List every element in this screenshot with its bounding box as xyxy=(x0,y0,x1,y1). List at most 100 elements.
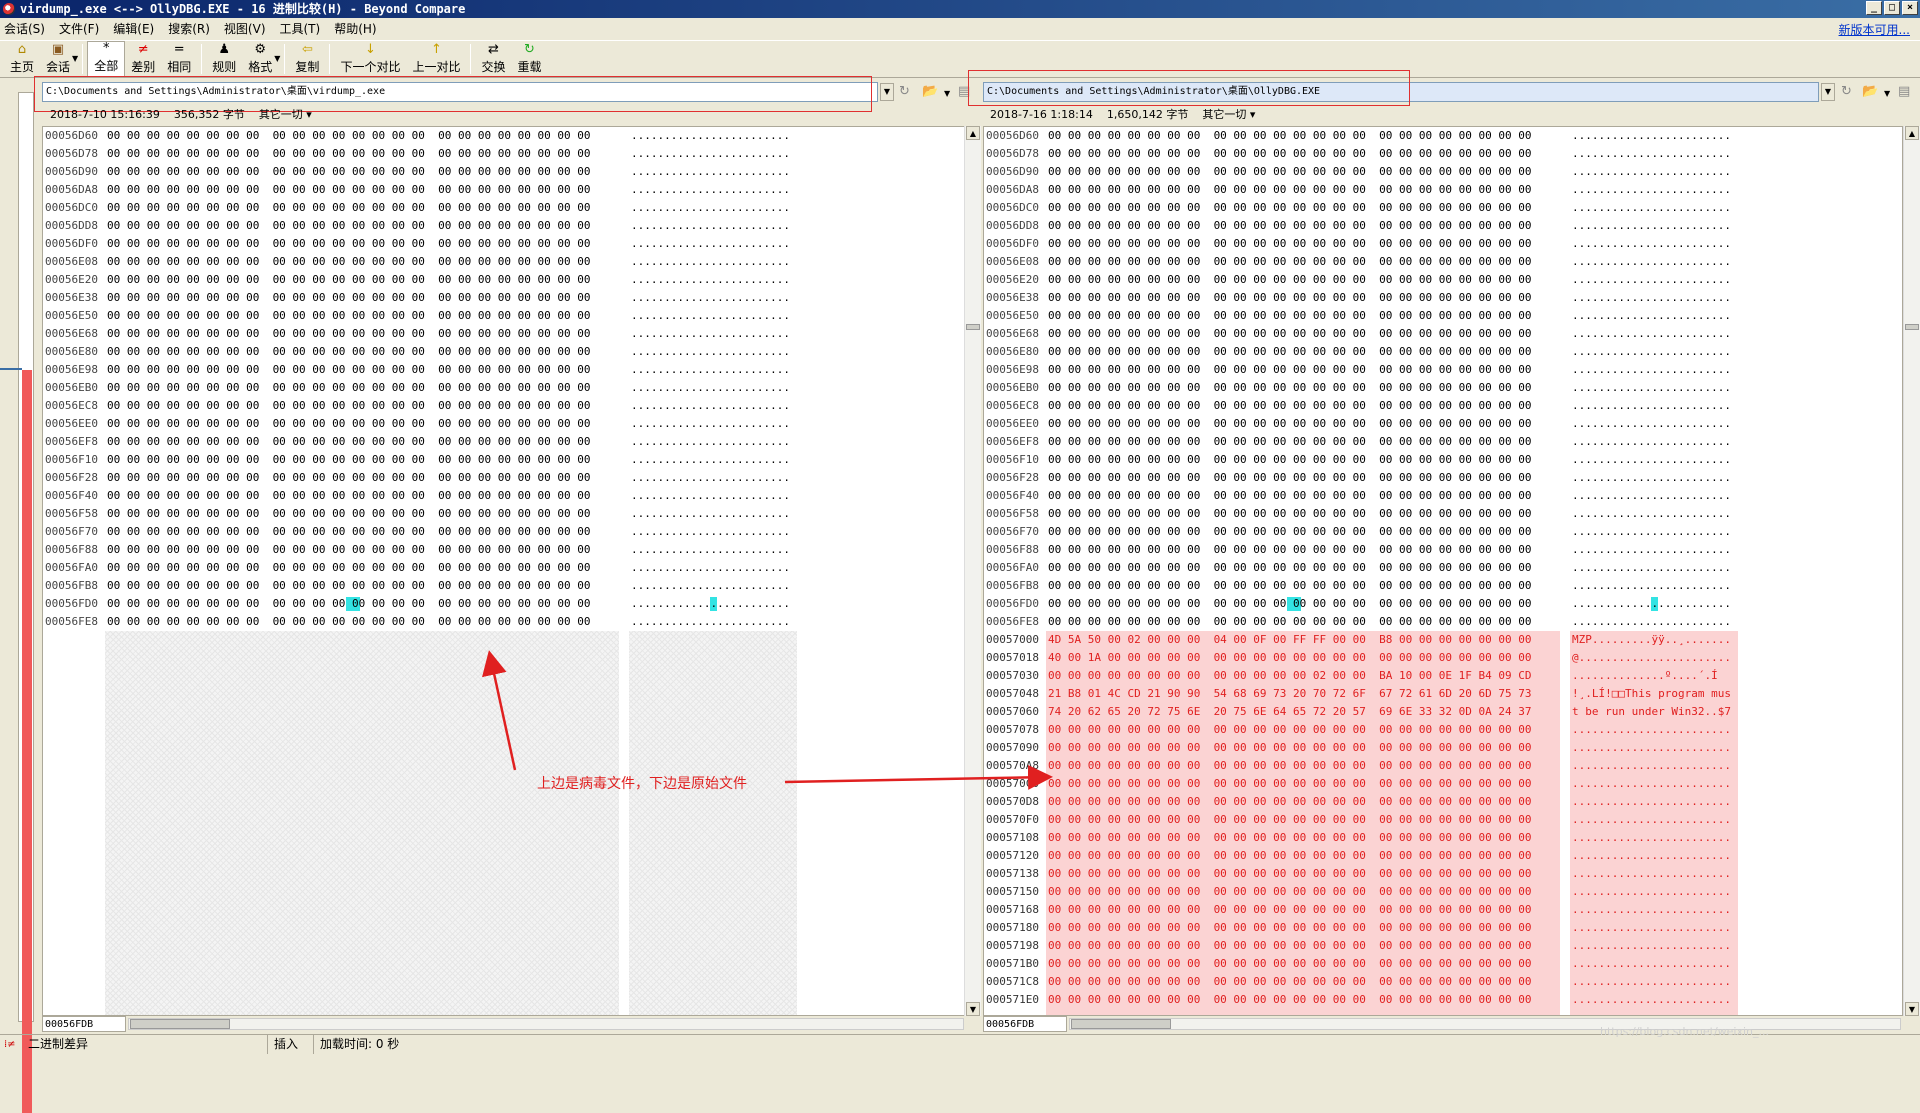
row-offset: 00056F88 xyxy=(45,543,98,556)
menu-item-4[interactable]: 视图(V) xyxy=(224,20,266,37)
row-ascii: ........................ xyxy=(1572,795,1731,808)
menu-item-0[interactable]: 会话(S) xyxy=(4,20,45,37)
row-hex-bytes: 00 00 00 00 00 00 00 00 00 00 00 00 00 0… xyxy=(1048,561,1532,574)
row-ascii: ........................ xyxy=(1572,381,1731,394)
equal-icon: = xyxy=(173,42,185,57)
left-path-dropdown-arrow[interactable]: ▼ xyxy=(880,83,894,101)
left-missing-hex-region xyxy=(105,631,619,1015)
toolbar-button-9[interactable]: ↑ 上一对比 xyxy=(406,41,466,77)
toolbar-separator xyxy=(284,44,286,74)
maximize-button[interactable]: □ xyxy=(1884,1,1900,15)
row-ascii: ........................ xyxy=(1572,471,1731,484)
left-bottom-bar: 00056FDB xyxy=(42,1016,966,1032)
left-open-folder-icon[interactable]: 📂 xyxy=(922,84,938,99)
toolbar-button-10[interactable]: ⇄ 交换 xyxy=(475,41,511,77)
toolbar-button-6[interactable]: ⚙ 格式 xyxy=(242,41,278,77)
row-hex-bytes: 00 00 00 00 00 00 00 00 00 00 00 00 00 0… xyxy=(1048,813,1532,826)
row-ascii: ........................ xyxy=(1572,849,1731,862)
right-filter-dropdown[interactable]: 其它一切 ▾ xyxy=(1202,106,1255,122)
row-offset: 00056F28 xyxy=(986,471,1039,484)
row-ascii: ........................ xyxy=(631,147,790,160)
left-scroll-thumb[interactable] xyxy=(966,324,980,330)
diff-overview-gutter[interactable] xyxy=(0,80,36,1113)
toolbar-button-0[interactable]: ⌂ 主页 xyxy=(4,41,40,77)
row-offset: 00056E08 xyxy=(986,255,1039,268)
close-button[interactable]: × xyxy=(1902,1,1918,15)
gear-icon: ⚙ xyxy=(254,42,267,57)
left-file-size: 356,352 字节 xyxy=(173,108,245,121)
toolbar-button-5[interactable]: ♟ 规则 xyxy=(206,41,242,77)
left-vertical-scrollbar[interactable]: ▲ ▼ xyxy=(964,126,981,1016)
left-hex-pane[interactable]: 00056D60 00 00 00 00 00 00 00 00 00 00 00… xyxy=(42,126,966,1016)
row-offset: 00056E38 xyxy=(45,291,98,304)
row-offset: 00056DC0 xyxy=(986,201,1039,214)
row-offset: 00056F58 xyxy=(45,507,98,520)
row-offset: 00056EF8 xyxy=(45,435,98,448)
status-load-time: 加载时间: 0 秒 xyxy=(320,1037,400,1051)
row-offset: 00057090 xyxy=(986,741,1039,754)
right-path-refresh-icon[interactable]: ↻ xyxy=(1841,84,1852,99)
toolbar-button-4[interactable]: = 相同 xyxy=(161,41,197,77)
row-hex-bytes: 00 00 00 00 00 00 00 00 00 00 00 00 00 0… xyxy=(107,291,591,304)
toolbar-button-11[interactable]: ↻ 重载 xyxy=(511,41,547,77)
row-hex-bytes: 00 00 00 00 00 00 00 00 00 00 00 00 00 0… xyxy=(107,597,591,610)
row-offset: 00056F70 xyxy=(986,525,1039,538)
right-file-info: 2018-7-16 1:18:14 1,650,142 字节 其它一切 ▾ xyxy=(990,106,1255,122)
row-offset: 00056DC0 xyxy=(45,201,98,214)
right-hex-pane[interactable]: 00056D60 00 00 00 00 00 00 00 00 00 00 00… xyxy=(983,126,1903,1016)
left-hscroll-thumb[interactable] xyxy=(130,1019,230,1029)
row-hex-bytes: 00 00 00 00 00 00 00 00 00 00 00 00 00 0… xyxy=(1048,615,1532,628)
row-ascii: ........................ xyxy=(1572,273,1731,286)
toolbar-button-7[interactable]: ⇦ 复制 xyxy=(289,41,325,77)
left-filter-dropdown[interactable]: 其它一切 ▾ xyxy=(259,106,312,122)
row-hex-bytes: 00 00 00 00 00 00 00 00 00 00 00 00 00 0… xyxy=(107,345,591,358)
minimize-button[interactable]: _ xyxy=(1866,1,1882,15)
toolbar-button-2[interactable]: * 全部 xyxy=(87,41,126,77)
menu-item-1[interactable]: 文件(F) xyxy=(59,20,99,37)
row-offset: 000571C8 xyxy=(986,975,1039,988)
menu-item-3[interactable]: 搜索(R) xyxy=(168,20,210,37)
row-offset: 00057030 xyxy=(986,669,1039,682)
row-offset: 00056EB0 xyxy=(986,381,1039,394)
row-offset: 00056FB8 xyxy=(986,579,1039,592)
toolbar-separator xyxy=(329,44,331,74)
row-hex-bytes: 00 00 00 00 00 00 00 00 00 00 00 00 00 0… xyxy=(1048,201,1532,214)
row-ascii: ........................ xyxy=(1572,525,1731,538)
right-scroll-thumb[interactable] xyxy=(1905,324,1919,330)
toolbar-button-3[interactable]: ≠ 差别 xyxy=(125,41,161,77)
right-open-folder-icon[interactable]: 📂 xyxy=(1862,84,1878,99)
right-path-dropdown-arrow[interactable]: ▼ xyxy=(1821,83,1835,101)
left-horizontal-scrollbar[interactable] xyxy=(128,1018,964,1030)
row-hex-bytes: 00 00 00 00 00 00 00 00 00 00 00 00 00 0… xyxy=(107,255,591,268)
toolbar-button-label: 重载 xyxy=(517,60,542,74)
right-hscroll-thumb[interactable] xyxy=(1071,1019,1171,1029)
row-hex-bytes: 40 00 1A 00 00 00 00 00 00 00 00 00 00 0… xyxy=(1048,651,1532,664)
right-vertical-scrollbar[interactable]: ▲ ▼ xyxy=(1903,126,1920,1016)
right-folder-dropdown-icon[interactable]: ▼ xyxy=(1884,89,1890,98)
right-horizontal-scrollbar[interactable] xyxy=(1069,1018,1901,1030)
row-ascii: ........................ xyxy=(631,129,790,142)
menu-item-5[interactable]: 工具(T) xyxy=(280,20,321,37)
right-save-icon[interactable]: ▤ xyxy=(1898,84,1910,99)
row-offset: 00057060 xyxy=(986,705,1039,718)
row-hex-bytes: 00 00 00 00 00 00 00 00 00 00 00 00 00 0… xyxy=(1048,975,1532,988)
row-offset: 00056E68 xyxy=(986,327,1039,340)
row-offset: 00056FB8 xyxy=(45,579,98,592)
left-path-refresh-icon[interactable]: ↻ xyxy=(899,84,910,99)
update-available-link[interactable]: 新版本可用... xyxy=(1839,21,1910,38)
menu-item-2[interactable]: 编辑(E) xyxy=(113,20,154,37)
row-ascii: ........................ xyxy=(631,255,790,268)
row-hex-bytes: 00 00 00 00 00 00 00 00 00 00 00 00 00 0… xyxy=(1048,165,1532,178)
row-ascii: ........................ xyxy=(631,489,790,502)
row-ascii: ........................ xyxy=(1572,435,1731,448)
left-file-info: 2018-7-10 15:16:39 356,352 字节 其它一切 ▾ xyxy=(50,106,312,122)
row-hex-bytes: 00 00 00 00 00 00 00 00 00 00 00 00 00 0… xyxy=(107,327,591,340)
menu-item-6[interactable]: 帮助(H) xyxy=(334,20,376,37)
toolbar-button-8[interactable]: ↓ 下一个对比 xyxy=(334,41,406,77)
row-hex-bytes: 00 00 00 00 00 00 00 00 00 00 00 00 00 0… xyxy=(1048,957,1532,970)
row-hex-bytes: 00 00 00 00 00 00 00 00 00 00 00 00 00 0… xyxy=(107,489,591,502)
left-folder-dropdown-icon[interactable]: ▼ xyxy=(944,89,950,98)
toolbar-button-1[interactable]: ▣ 会话 xyxy=(40,41,76,77)
row-offset: 000571B0 xyxy=(986,957,1039,970)
row-hex-bytes: 00 00 00 00 00 00 00 00 00 00 00 00 00 0… xyxy=(1048,417,1532,430)
